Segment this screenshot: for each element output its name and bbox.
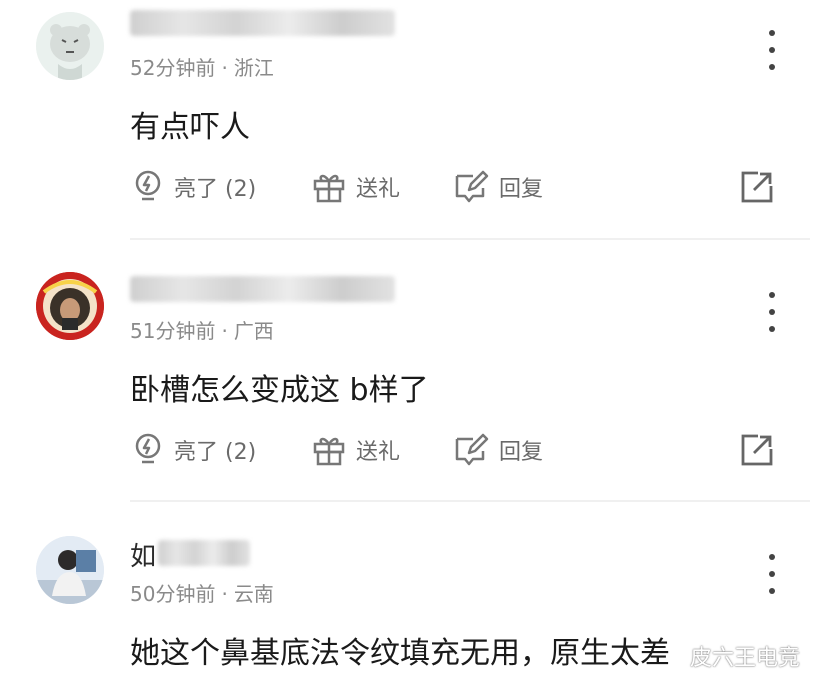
more-button[interactable] (760, 554, 784, 594)
watermark: 皮六王电竞 (690, 646, 801, 671)
more-vertical-icon-dot (769, 571, 775, 577)
comment-text: 她这个鼻基底法令纹填充无用，原生太差 (130, 636, 670, 671)
meta-separator: · (221, 582, 228, 606)
avatar[interactable] (36, 536, 104, 604)
more-vertical-icon (769, 554, 775, 560)
more-vertical-icon-dot (769, 588, 775, 594)
user-avatar-icon (36, 536, 104, 604)
comment-time: 50分钟前 (130, 582, 216, 606)
username-initial[interactable]: 如 (130, 536, 156, 573)
comment-feed: 52分钟前 · 浙江 有点吓人 亮了 (2) 送礼 回复 51分钟前 · 广西 … (0, 0, 820, 680)
comment-meta: 50分钟前 · 云南 (130, 578, 274, 607)
username-blurred[interactable] (158, 540, 250, 566)
comment-location: 云南 (233, 582, 274, 606)
comment-item: 如 50分钟前 · 云南 她这个鼻基底法令纹填充无用，原生太差 (0, 0, 820, 680)
